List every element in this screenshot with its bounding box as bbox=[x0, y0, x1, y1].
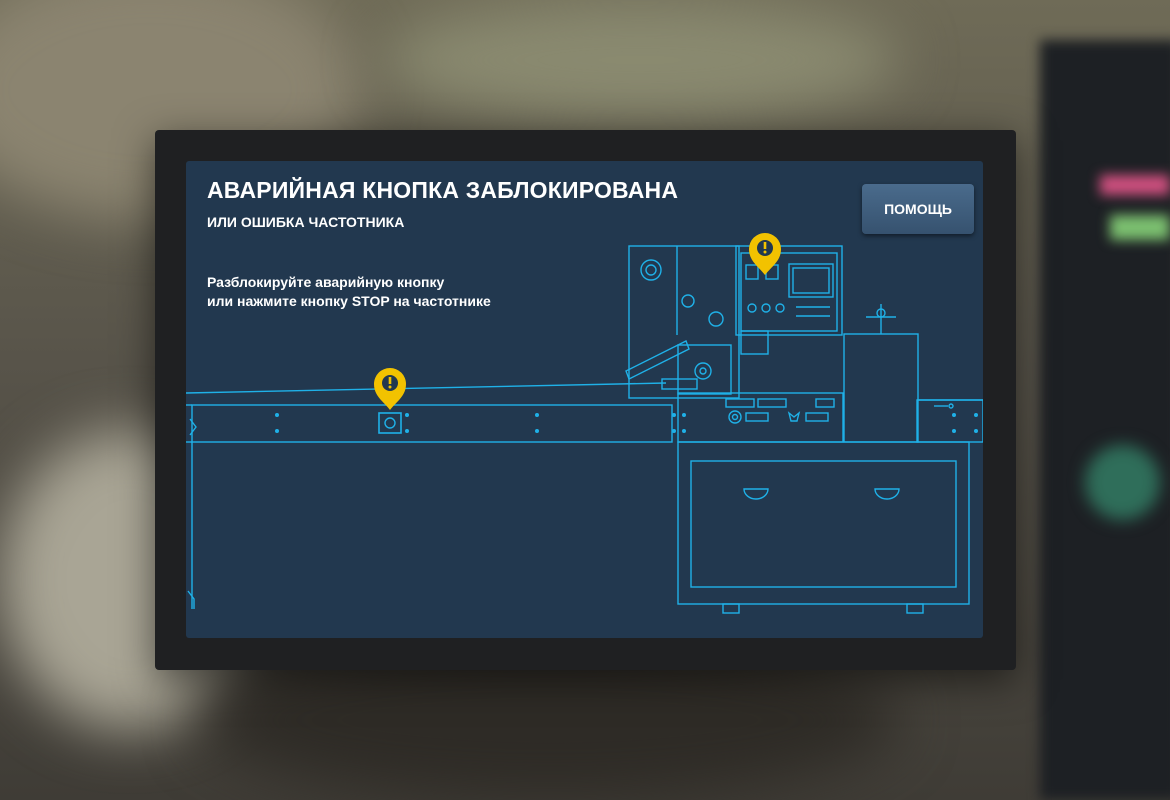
emergency-stop-button[interactable] bbox=[378, 412, 402, 434]
alert-title: АВАРИЙНАЯ КНОПКА ЗАБЛОКИРОВАНА bbox=[207, 177, 679, 203]
emergency-button-marker[interactable] bbox=[374, 368, 406, 410]
help-button[interactable]: ПОМОЩЬ bbox=[862, 184, 974, 234]
hmi-screen: АВАРИЙНАЯ КНОПКА ЗАБЛОКИРОВАНА ИЛИ ОШИБК… bbox=[186, 161, 983, 638]
instruction-line: или нажмите кнопку STOP на частотнике bbox=[207, 293, 491, 309]
frequency-converter-marker[interactable] bbox=[749, 233, 781, 275]
alert-subtitle: ИЛИ ОШИБКА ЧАСТОТНИКА bbox=[207, 214, 405, 230]
alert-instructions: Разблокируйте аварийную кнопку или нажми… bbox=[207, 273, 491, 311]
instruction-line: Разблокируйте аварийную кнопку bbox=[207, 274, 445, 290]
